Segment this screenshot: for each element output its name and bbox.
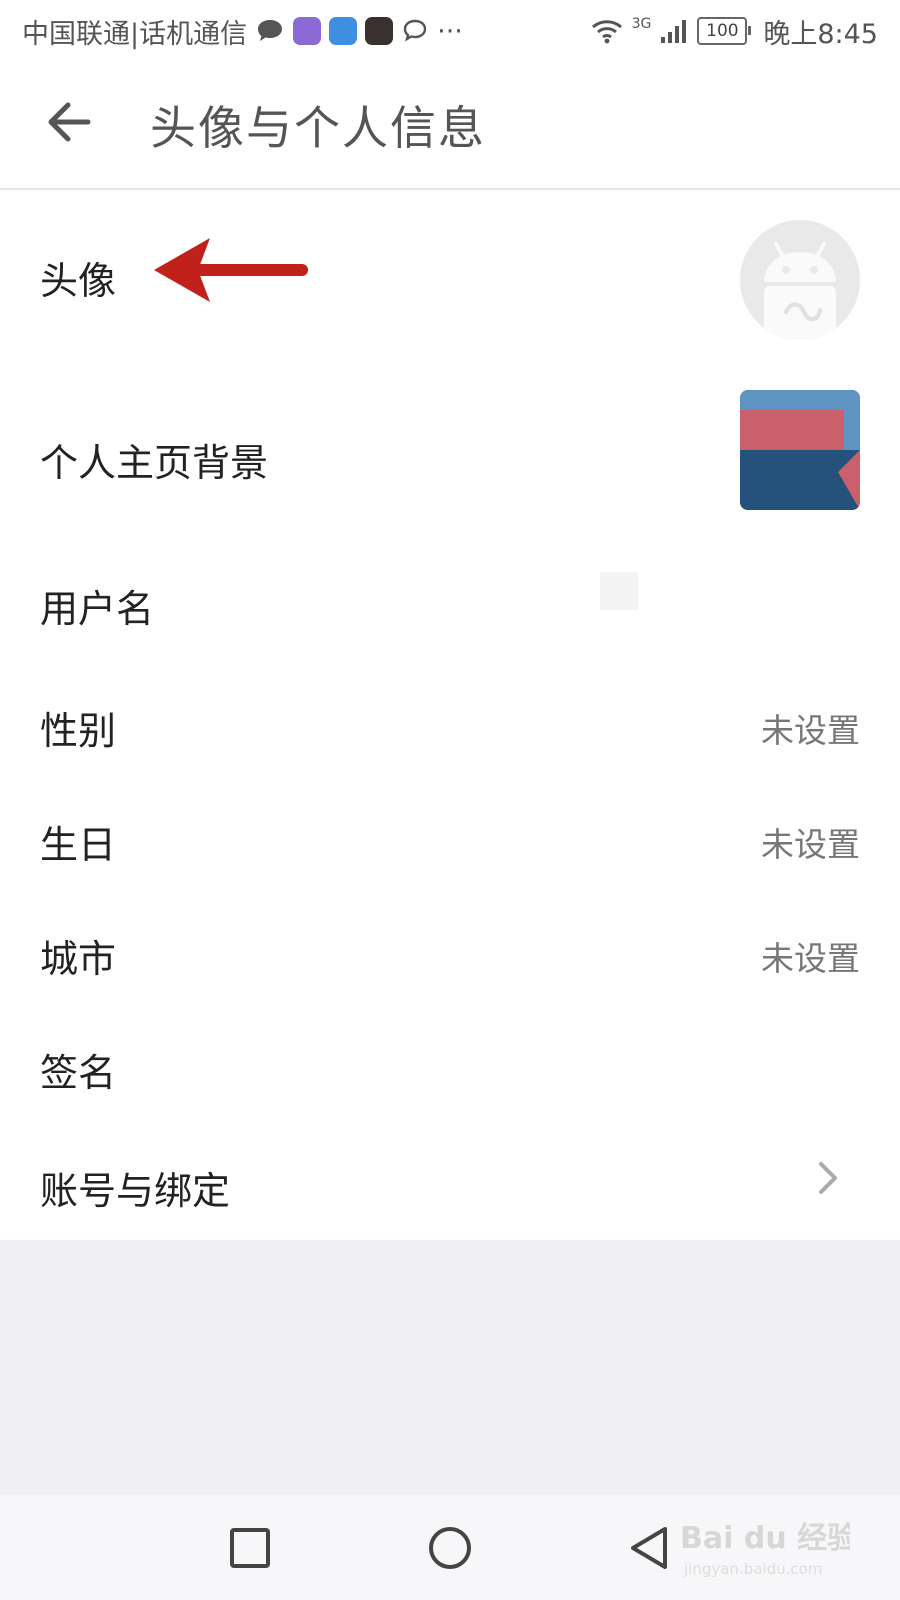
arrow-left-icon: [48, 102, 91, 142]
pie-app-icon: [293, 17, 322, 45]
birthday-row[interactable]: 生日 未设置: [0, 782, 900, 896]
signature-label: 签名: [40, 1051, 117, 1095]
gender-row[interactable]: 性别 未设置: [0, 668, 900, 782]
signature-row[interactable]: 签名: [0, 1010, 900, 1124]
recent-apps-button[interactable]: [225, 1523, 275, 1573]
game-app-icon: [365, 17, 394, 45]
overflow-dots: ···: [437, 15, 463, 47]
nav-back-button[interactable]: [625, 1523, 675, 1573]
city-value: 未设置: [761, 939, 860, 978]
watermark-brand: Bai du 经验: [680, 1521, 850, 1556]
chat-bubble-icon: [258, 20, 283, 41]
battery-indicator: 100: [697, 17, 752, 45]
baidu-jingyan-watermark: Bai du 经验 jingyan.baidu.com: [680, 1521, 850, 1578]
circle-home-icon: [429, 1527, 471, 1569]
profile-background-row[interactable]: 个人主页背景: [0, 368, 900, 548]
signal-icon: [661, 20, 687, 43]
page-title: 头像与个人信息: [150, 101, 486, 155]
status-bar-right: 3G 100 晚上8:45: [590, 12, 878, 51]
chevron-right-icon: [819, 1162, 837, 1194]
triangle-back-icon: [631, 1527, 667, 1569]
avatar-label: 头像: [40, 259, 117, 303]
android-robot-icon: [740, 220, 860, 340]
red-arrow-annotation-icon: [154, 238, 308, 302]
gender-value: 未设置: [761, 711, 860, 750]
empty-area: [0, 1240, 900, 1495]
background-image-icon: [740, 390, 860, 510]
birthday-value: 未设置: [761, 825, 860, 864]
account-binding-row[interactable]: 账号与绑定: [0, 1124, 900, 1238]
city-label: 城市: [40, 937, 117, 981]
wifi-icon: [591, 20, 622, 44]
username-row[interactable]: 用户名: [0, 548, 900, 668]
gender-label: 性别: [40, 709, 117, 753]
back-button[interactable]: [38, 90, 102, 154]
username-label: 用户名: [40, 587, 155, 631]
bulb-app-icon: [329, 17, 358, 45]
watermark-url: jingyan.baidu.com: [683, 1560, 822, 1578]
avatar-row[interactable]: 头像: [0, 190, 900, 368]
screen: 中国联通|话机通信 ··· 3G 100 晚上8:45 头像与个人信息 头像 个…: [0, 0, 900, 1600]
status-bar-left: 中国联通|话机通信 ···: [22, 12, 463, 51]
network-type: 3G: [631, 15, 652, 32]
clock: 晚上8:45: [763, 18, 878, 50]
avatar-image[interactable]: [740, 220, 860, 340]
profile-background-label: 个人主页背景: [40, 441, 269, 485]
username-value-redacted: [600, 572, 638, 610]
carrier-label: 中国联通|话机通信: [22, 18, 248, 50]
message-icon: [403, 19, 427, 42]
profile-settings-list: 头像 个人主页背景 用户名 性别 未设置 生日 未设置 城市 未设置 签名 账号…: [0, 190, 900, 1238]
status-bar: 中国联通|话机通信 ··· 3G 100 晚上8:45: [0, 0, 900, 62]
city-row[interactable]: 城市 未设置: [0, 896, 900, 1010]
home-button[interactable]: [425, 1523, 475, 1573]
square-recent-icon: [230, 1528, 270, 1568]
background-thumbnail[interactable]: [740, 390, 860, 510]
header-bar: 头像与个人信息: [0, 62, 900, 190]
account-binding-label: 账号与绑定: [40, 1169, 231, 1213]
birthday-label: 生日: [40, 823, 117, 867]
